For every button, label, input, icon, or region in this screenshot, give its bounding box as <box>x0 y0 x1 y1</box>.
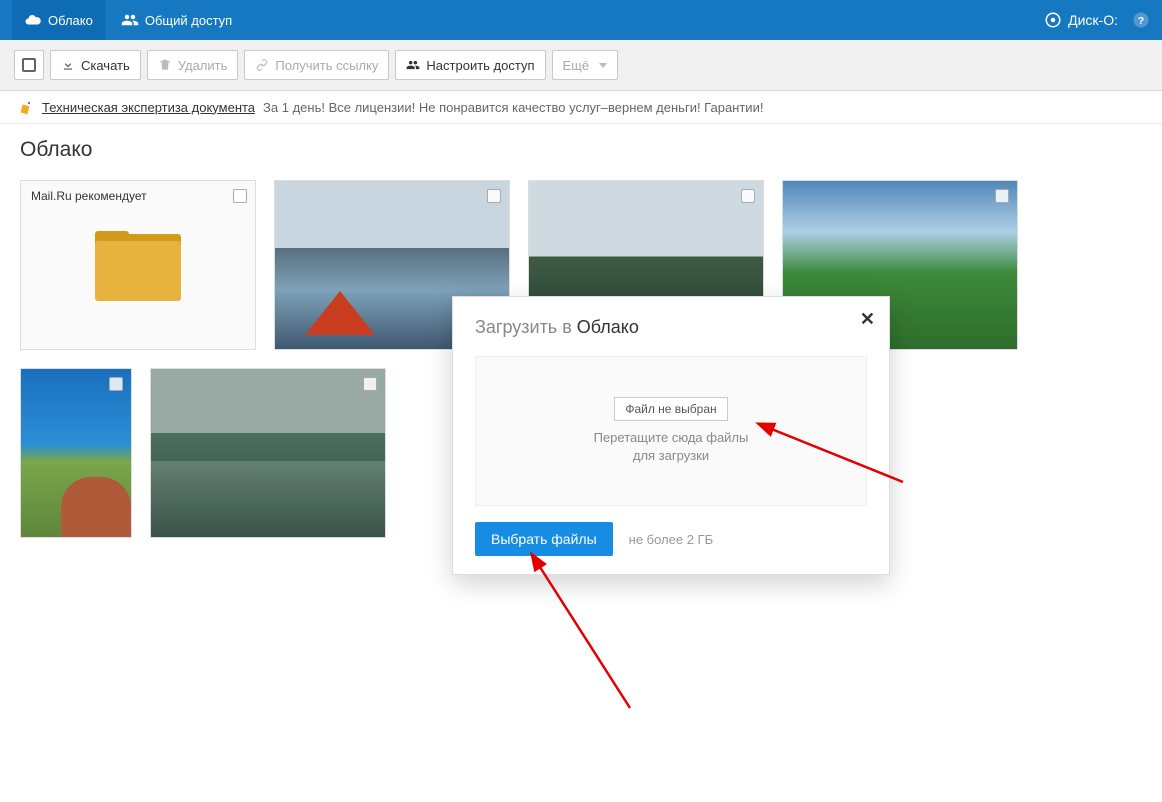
select-files-button[interactable]: Выбрать файлы <box>475 522 613 556</box>
tab-shared[interactable]: Общий доступ <box>109 0 244 40</box>
tab-shared-label: Общий доступ <box>145 13 232 28</box>
configure-access-button[interactable]: Настроить доступ <box>395 50 545 80</box>
help-icon[interactable]: ? <box>1132 11 1150 29</box>
disk-o-link[interactable]: Диск-О: <box>1044 11 1118 29</box>
topbar-right: Диск-О: ? <box>1044 11 1150 29</box>
download-icon <box>61 58 75 72</box>
promo-link[interactable]: Техническая экспертиза документа <box>42 100 255 115</box>
card-checkbox[interactable] <box>487 189 501 203</box>
card-checkbox[interactable] <box>109 377 123 391</box>
topbar-left: Облако Общий доступ <box>12 0 244 40</box>
disk-icon <box>1044 11 1062 29</box>
modal-title-prefix: Загрузить в <box>475 317 577 337</box>
promo-banner: Техническая экспертиза документа За 1 де… <box>0 91 1162 124</box>
cloud-icon <box>24 11 42 29</box>
promo-text: За 1 день! Все лицензии! Не понравится к… <box>263 100 763 115</box>
top-bar: Облако Общий доступ Диск-О: ? <box>0 0 1162 40</box>
folder-icon <box>95 231 181 301</box>
upload-limit-text: не более 2 ГБ <box>629 532 713 547</box>
recommend-card[interactable]: Mail.Ru рекомендует <box>20 180 256 350</box>
dropzone[interactable]: Файл не выбран Перетащите сюда файлы для… <box>475 356 867 506</box>
annotation-arrow <box>530 558 650 721</box>
people-small-icon <box>406 58 420 72</box>
tab-cloud-label: Облако <box>48 13 93 28</box>
card-checkbox[interactable] <box>363 377 377 391</box>
recommend-title: Mail.Ru рекомендует <box>31 189 147 203</box>
toolbar: Скачать Удалить Получить ссылку Настроит… <box>0 40 1162 91</box>
close-icon[interactable]: ✕ <box>860 309 875 330</box>
upload-modal: ✕ Загрузить в Облако Файл не выбран Пере… <box>452 296 890 575</box>
modal-title: Загрузить в Облако <box>475 317 867 338</box>
drop-line2: для загрузки <box>633 448 709 463</box>
promo-icon <box>18 99 34 115</box>
people-icon <box>121 11 139 29</box>
trash-icon <box>158 58 172 72</box>
select-all-checkbox[interactable] <box>14 50 44 80</box>
more-label: Ещё <box>563 58 590 73</box>
chevron-down-icon <box>599 63 607 68</box>
modal-footer: Выбрать файлы не более 2 ГБ <box>475 522 867 556</box>
card-checkbox[interactable] <box>741 189 755 203</box>
drop-line1: Перетащите сюда файлы <box>594 430 749 445</box>
configure-access-label: Настроить доступ <box>426 58 534 73</box>
delete-button[interactable]: Удалить <box>147 50 239 80</box>
card-checkbox[interactable] <box>995 189 1009 203</box>
modal-title-bold: Облако <box>577 317 639 337</box>
more-button[interactable]: Ещё <box>552 50 619 80</box>
link-icon <box>255 58 269 72</box>
file-status-badge: Файл не выбран <box>614 397 727 421</box>
card-checkbox[interactable] <box>233 189 247 203</box>
download-button[interactable]: Скачать <box>50 50 141 80</box>
disk-o-label: Диск-О: <box>1068 12 1118 28</box>
get-link-label: Получить ссылку <box>275 58 378 73</box>
tab-cloud[interactable]: Облако <box>12 0 105 40</box>
delete-label: Удалить <box>178 58 228 73</box>
svg-text:?: ? <box>1138 15 1144 27</box>
download-label: Скачать <box>81 58 130 73</box>
drop-text: Перетащите сюда файлы для загрузки <box>594 429 749 464</box>
page-title: Облако <box>0 124 1162 180</box>
photo-thumbnail[interactable] <box>20 368 132 538</box>
get-link-button[interactable]: Получить ссылку <box>244 50 389 80</box>
photo-thumbnail[interactable] <box>150 368 386 538</box>
